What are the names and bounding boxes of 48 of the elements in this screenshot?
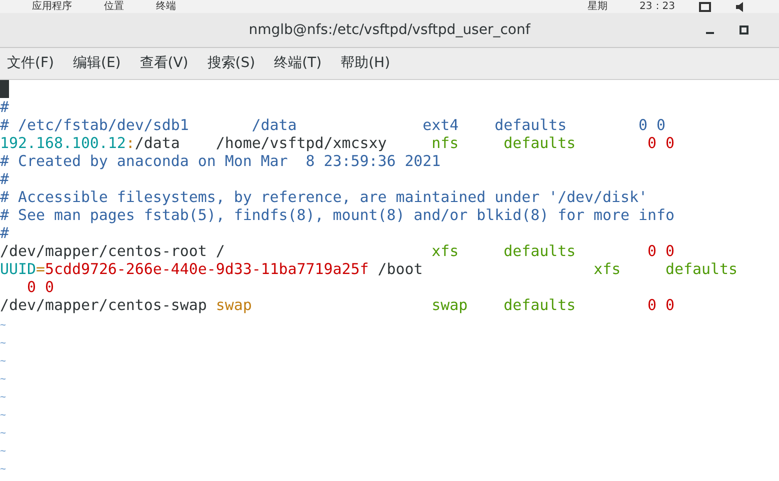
code-text: 0 0 [646,296,675,314]
text-cursor [0,80,9,98]
menu-item[interactable]: 帮助(H) [340,53,390,74]
code-text: 5cdd9726-266e-440e-9d33-11ba7719a25f [44,260,369,278]
code-text: xfs defaults [592,260,738,278]
empty-line-marker: ~ [0,464,6,475]
panel-menu[interactable]: 位置 [104,0,124,12]
code-text: # [0,170,9,188]
code-text: 0 0 [26,278,54,296]
code-text: # Accessible filesystems, by reference, are maintained under '/dev/disk' [0,188,648,206]
code-text: /dev/mapper/centos-swap [0,296,207,314]
menu-item[interactable]: 查看(V) [140,53,188,74]
panel-menu[interactable]: 终端 [156,0,176,12]
code-text: /data /home/vsftpd/xmcsxy [134,134,387,152]
code-text: # Created by anaconda on Mon Mar 8 23:59:36 2021 [0,152,441,170]
empty-line-marker: ~ [0,446,6,457]
empty-line-marker: ~ [0,338,6,349]
panel-menu[interactable]: 应用程序 [32,0,72,12]
code-text: swap [214,296,252,314]
panel-text: 23：23 [640,0,675,12]
empty-line-marker: ~ [0,374,6,385]
empty-line-marker: ~ [0,320,6,331]
code-text: nfs defaults [430,134,576,152]
empty-line-marker: ~ [0,428,6,439]
menu-item[interactable]: 终端(T) [274,53,322,74]
code-text: # /etc/fstab/dev/sdb1 /data ext4 defaults 0 0 [0,116,666,134]
code-text: : [126,134,135,152]
code-text: 0 0 [646,134,675,152]
menu-item[interactable]: 搜索(S) [207,53,256,74]
menu-item[interactable]: 编辑(E) [72,53,121,74]
code-text: # [0,98,9,116]
code-text: # [0,224,9,242]
code-text: /boot [376,260,423,278]
empty-line-marker: ~ [0,410,6,421]
code-text: swap defaults [430,296,576,314]
code-text: UUID [0,260,36,278]
maximize-icon[interactable] [739,25,749,35]
empty-line-marker: ~ [0,356,6,367]
panel-text: 星期 [588,0,608,12]
code-text: = [36,260,45,278]
empty-line-marker: ~ [0,392,6,403]
code-text: 0 0 [646,242,675,260]
code-text: # See man pages fstab(5), findfs(8), mount(8) and/or blkid(8) for more info [0,206,674,224]
window-title: nmglb@nfs:/etc/vsftpd/vsftpd_user_conf [248,20,530,40]
code-text: 192.168.100.12 [0,134,126,152]
menu-item[interactable]: 文件(F) [7,53,54,74]
code-text: /dev/mapper/centos-root / [0,242,225,260]
code-text: xfs defaults [430,242,576,260]
